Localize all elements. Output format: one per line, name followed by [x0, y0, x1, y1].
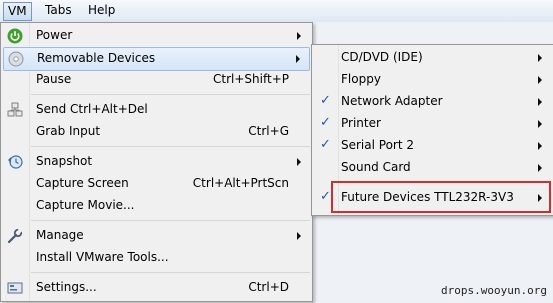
menu-help[interactable]: Help: [84, 2, 119, 19]
menu-item-pause[interactable]: Pause Ctrl+Shift+P: [3, 69, 310, 91]
submenu-item-sound-card[interactable]: Sound Card: [314, 157, 551, 179]
submenu-arrow-icon: [538, 54, 542, 62]
submenu-item-network-adapter[interactable]: ✓ Network Adapter: [314, 91, 551, 113]
submenu-arrow-icon: [297, 158, 301, 166]
menu-item-label: Install VMware Tools...: [36, 250, 169, 264]
shortcut-label: Ctrl+Alt+PrtScn: [192, 176, 289, 190]
network-computers-icon: [7, 102, 23, 117]
submenu-arrow-icon: [296, 55, 300, 63]
submenu-arrow-icon: [297, 232, 301, 240]
menu-item-label: Manage: [36, 228, 84, 242]
menu-item-send-ctrl-alt-del[interactable]: Send Ctrl+Alt+Del: [3, 99, 310, 121]
menu-bar: VM Tabs Help: [0, 0, 553, 23]
menu-item-label: Sound Card: [341, 160, 411, 174]
menu-item-label: Network Adapter: [341, 94, 443, 108]
submenu-arrow-icon: [538, 142, 542, 150]
wrench-icon: [7, 228, 23, 244]
menu-item-capture-movie[interactable]: Capture Movie...: [3, 195, 310, 217]
settings-icon: [7, 282, 23, 294]
menu-vm[interactable]: VM: [3, 2, 32, 21]
menu-separator: [31, 146, 310, 147]
submenu-item-floppy[interactable]: Floppy: [314, 69, 551, 91]
shortcut-label: Ctrl+G: [248, 124, 289, 138]
menu-separator: [31, 94, 310, 95]
menu-item-install-vmware-tools[interactable]: Install VMware Tools...: [3, 247, 310, 269]
shortcut-label: Ctrl+D: [248, 280, 289, 294]
submenu-item-printer[interactable]: ✓ Printer: [314, 113, 551, 135]
menu-item-label: Floppy: [341, 72, 381, 86]
menu-tabs[interactable]: Tabs: [41, 2, 76, 19]
submenu-arrow-icon: [538, 98, 542, 106]
highlight-annotation-box: [331, 181, 551, 213]
menu-item-label: Settings...: [36, 280, 97, 294]
menu-item-label: Printer: [341, 116, 381, 130]
menu-separator: [31, 220, 310, 221]
menu-item-label: Capture Movie...: [36, 198, 135, 212]
submenu-item-cd-dvd[interactable]: CD/DVD (IDE): [314, 47, 551, 69]
submenu-arrow-icon: [297, 32, 301, 40]
menu-item-label: Send Ctrl+Alt+Del: [36, 102, 148, 116]
menu-item-capture-screen[interactable]: Capture Screen Ctrl+Alt+PrtScn: [3, 173, 310, 195]
submenu-arrow-icon: [538, 120, 542, 128]
menu-item-label: Grab Input: [36, 124, 101, 138]
menu-separator: [31, 272, 310, 273]
menu-item-manage[interactable]: Manage: [3, 225, 310, 247]
menu-item-grab-input[interactable]: Grab Input Ctrl+G: [3, 121, 310, 143]
vm-menu: Power Removable Devices Pause Ctrl+Shift…: [0, 22, 313, 302]
menu-item-label: Snapshot: [36, 154, 93, 168]
menu-item-removable-devices[interactable]: Removable Devices: [3, 47, 310, 71]
checkmark-icon: ✓: [320, 93, 331, 108]
menu-item-label: Removable Devices: [37, 51, 156, 65]
submenu-arrow-icon: [538, 164, 542, 172]
menu-item-label: Power: [36, 28, 73, 42]
menu-item-label: CD/DVD (IDE): [341, 50, 423, 64]
submenu-arrow-icon: [538, 76, 542, 84]
power-icon: [7, 28, 23, 44]
checkmark-icon: ✓: [320, 115, 331, 130]
watermark-text: drops.wooyun.org: [441, 284, 547, 297]
disc-icon: [8, 51, 24, 67]
menu-item-snapshot[interactable]: Snapshot: [3, 151, 310, 173]
shortcut-label: Ctrl+Shift+P: [213, 72, 289, 86]
checkmark-icon: ✓: [320, 189, 331, 204]
menu-item-label: Pause: [36, 72, 72, 86]
submenu-item-serial-port-2[interactable]: ✓ Serial Port 2: [314, 135, 551, 157]
menu-item-label: Capture Screen: [36, 176, 129, 190]
checkmark-icon: ✓: [320, 137, 331, 152]
snapshot-clock-icon: [8, 155, 23, 169]
menu-item-power[interactable]: Power: [3, 25, 310, 47]
menu-item-settings[interactable]: Settings... Ctrl+D: [3, 277, 310, 299]
menu-item-label: Serial Port 2: [341, 138, 415, 152]
